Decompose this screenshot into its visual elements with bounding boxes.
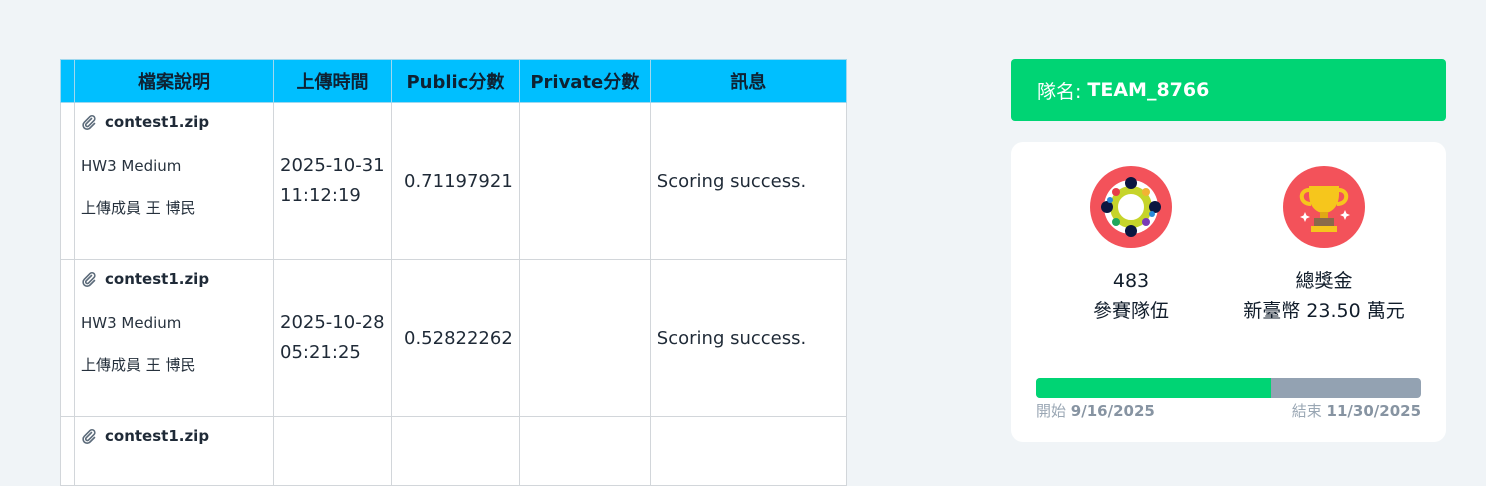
row-stub [60,416,75,486]
file-link[interactable]: contest1.zip [105,113,209,131]
upload-date: 2025-10-31 [280,155,385,176]
start-date: 開始 9/16/2025 [1036,400,1155,421]
teams-label: 參賽隊伍 [1092,300,1169,322]
row-stub [60,259,75,417]
file-description: HW3 Medium [81,157,182,175]
private-score [518,416,651,486]
upload-time: 05:21:25 [280,342,361,363]
upload-time-cell: 2025-10-31 11:12:19 [273,102,392,260]
message [649,416,847,486]
upload-time-cell: 2025-10-28 05:21:25 [273,259,392,417]
teams-circle-icon [1090,166,1172,248]
row-stub [60,102,75,260]
competition-dates: 開始 9/16/2025 結束 11/30/2025 [1036,400,1421,421]
start-date-value: 9/16/2025 [1070,402,1155,420]
file-cell: contest1.zip [74,416,274,486]
team-label: 隊名: [1037,80,1082,103]
team-name-bar: 隊名: TEAM_8766 [1011,59,1446,121]
file-description: HW3 Medium [81,314,182,332]
header-public-score[interactable]: Public分數 [391,59,520,103]
file-link[interactable]: contest1.zip [105,427,209,445]
upload-time-cell [273,416,392,486]
table-row: contest1.zip HW3 Medium 上傳成員 王 博民 2025-1… [60,259,847,417]
prize-stat: 總獎金 新臺幣 23.50 萬元 [1224,166,1424,326]
prize-label: 總獎金 [1295,270,1353,292]
header-private-score[interactable]: Private分數 [518,59,651,103]
header-message[interactable]: 訊息 [649,59,847,103]
competition-stats-card: 483 參賽隊伍 總獎金 新臺幣 23.50 萬元 開始 9/16/2025 結… [1011,142,1446,442]
end-label: 結束 [1291,402,1322,420]
private-score [518,102,651,260]
table-row: contest1.zip [60,416,847,486]
submissions-table: 檔案說明 上傳時間 Public分數 Private分數 訊息 contest1… [60,59,847,486]
message: Scoring success. [649,102,847,260]
file-link[interactable]: contest1.zip [105,270,209,288]
teams-stat: 483 參賽隊伍 [1031,166,1231,326]
progress-fill [1036,378,1271,398]
teams-count: 483 [1112,270,1150,292]
trophy-icon [1283,166,1365,248]
public-score: 0.71197921 [391,102,520,260]
public-score [391,416,520,486]
header-description[interactable]: 檔案說明 [74,59,274,103]
uploader: 上傳成員 王 博民 [81,199,196,217]
file-cell: contest1.zip HW3 Medium 上傳成員 王 博民 [74,102,274,260]
paperclip-icon [81,428,97,444]
header-upload-time[interactable]: 上傳時間 [273,59,392,103]
table-header-row: 檔案說明 上傳時間 Public分數 Private分數 訊息 [60,59,847,103]
end-date-value: 11/30/2025 [1326,402,1421,420]
upload-date: 2025-10-28 [280,312,385,333]
public-score: 0.52822262 [391,259,520,417]
file-cell: contest1.zip HW3 Medium 上傳成員 王 博民 [74,259,274,417]
paperclip-icon [81,271,97,287]
uploader: 上傳成員 王 博民 [81,356,196,374]
table-row: contest1.zip HW3 Medium 上傳成員 王 博民 2025-1… [60,102,847,260]
upload-time: 11:12:19 [280,185,361,206]
competition-progress-bar [1036,378,1421,398]
prize-value: 新臺幣 23.50 萬元 [1243,300,1405,322]
private-score [518,259,651,417]
message: Scoring success. [649,259,847,417]
paperclip-icon [81,114,97,130]
end-date: 結束 11/30/2025 [1292,400,1421,421]
header-stub [60,59,75,103]
start-label: 開始 [1036,402,1067,420]
team-name: TEAM_8766 [1087,79,1210,101]
